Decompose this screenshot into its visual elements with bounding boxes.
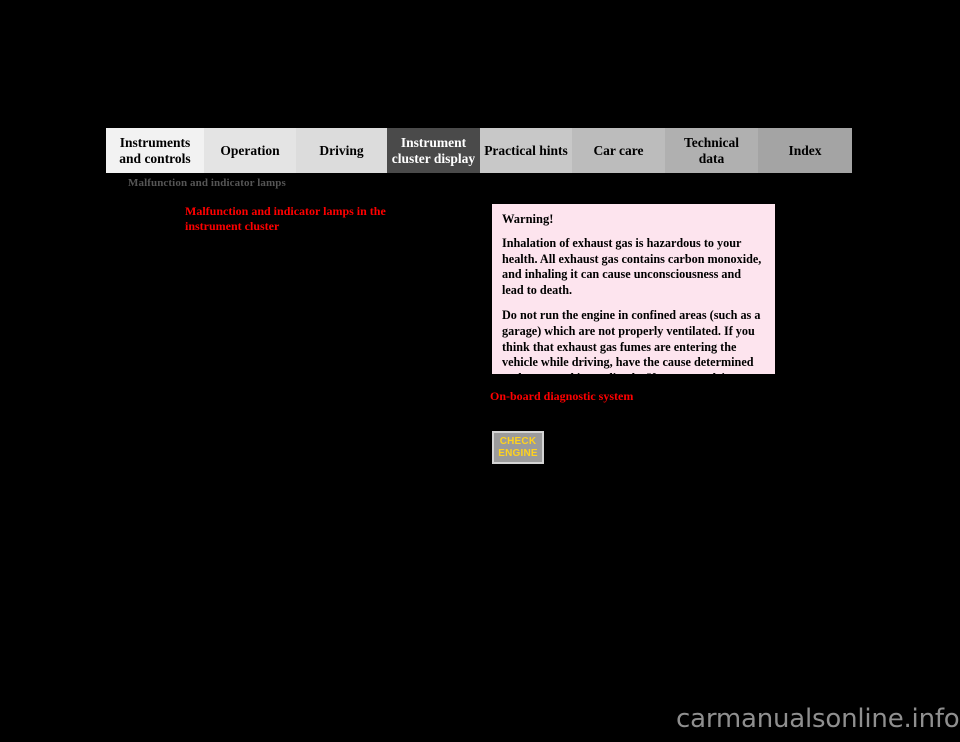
check-engine-lamp-face: CHECK ENGINE [494, 433, 542, 462]
check-engine-label-line2: ENGINE [498, 447, 538, 459]
nav-tab-5[interactable]: Car care [572, 128, 665, 173]
nav-tab-1[interactable]: Operation [204, 128, 296, 173]
warning-paragraph-1: Inhalation of exhaust gas is hazardous t… [502, 236, 762, 297]
watermark: carmanualsonline.info [676, 704, 960, 734]
section-heading: Malfunction and indicator lamps [128, 177, 286, 189]
page-title: Malfunction and indicator lamps in the i… [185, 204, 386, 234]
check-engine-label-line1: CHECK [499, 435, 537, 447]
warning-box: Warning! Inhalation of exhaust gas is ha… [492, 204, 775, 416]
nav-tab-0[interactable]: Instruments and controls [106, 128, 204, 173]
section-tab-bar: Instruments and controls Operation Driving… [106, 128, 852, 173]
nav-tab-2[interactable]: Driving [296, 128, 387, 173]
obd-heading: On-board diagnostic system [490, 389, 634, 403]
nav-tab-7[interactable]: Index [758, 128, 852, 173]
warning-title: Warning! [502, 212, 554, 226]
nav-tab-4[interactable]: Practical hints [480, 128, 572, 173]
check-engine-lamp-icon: CHECK ENGINE [492, 431, 544, 464]
nav-tab-3[interactable]: Instrument cluster display [387, 128, 480, 173]
nav-tab-6[interactable]: Technical data [665, 128, 758, 173]
